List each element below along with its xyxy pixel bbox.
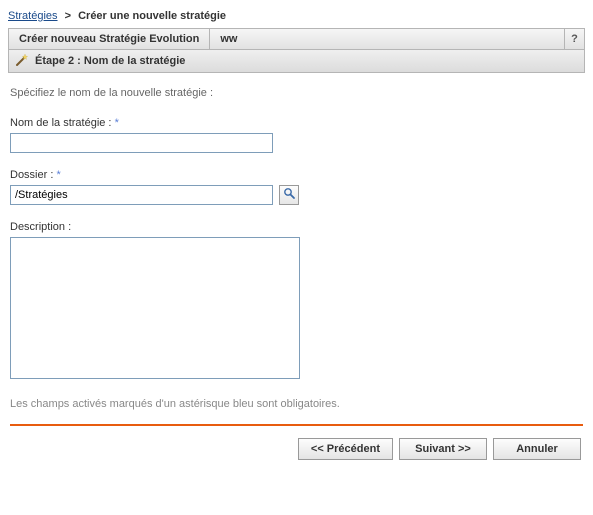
folder-group: Dossier : * [10,169,583,205]
description-textarea[interactable] [10,237,300,379]
required-mark: * [56,169,60,181]
form-intro: Spécifiez le nom de la nouvelle stratégi… [10,87,583,99]
search-icon [283,187,296,203]
step-label: Étape 2 : Nom de la stratégie [35,55,185,67]
panel-title-right: ww [210,29,564,49]
folder-input[interactable] [10,185,273,205]
strategy-name-input[interactable] [10,133,273,153]
breadcrumb-current: Créer une nouvelle stratégie [78,10,226,22]
divider [10,424,583,426]
previous-button[interactable]: << Précédent [298,438,393,460]
next-button[interactable]: Suivant >> [399,438,487,460]
form-content: Spécifiez le nom de la nouvelle stratégi… [8,73,585,470]
breadcrumb-separator: > [65,10,71,22]
breadcrumb: Stratégies > Créer une nouvelle stratégi… [8,8,585,28]
breadcrumb-root-link[interactable]: Stratégies [8,10,58,22]
strategy-name-label: Nom de la stratégie : * [10,117,583,129]
step-bar: Étape 2 : Nom de la stratégie [9,50,584,72]
cancel-button[interactable]: Annuler [493,438,581,460]
help-button[interactable]: ? [564,29,584,49]
wand-icon [15,53,29,70]
description-label: Description : [10,221,583,233]
wizard-panel: Créer nouveau Stratégie Evolution ww ? É… [8,28,585,73]
panel-header: Créer nouveau Stratégie Evolution ww ? [9,29,584,50]
folder-label: Dossier : * [10,169,583,181]
panel-title-left: Créer nouveau Stratégie Evolution [9,29,210,49]
strategy-name-group: Nom de la stratégie : * [10,117,583,153]
required-mark: * [115,117,119,129]
wizard-button-row: << Précédent Suivant >> Annuler [10,438,583,460]
required-footnote: Les champs activés marqués d'un astérisq… [10,398,583,410]
browse-folder-button[interactable] [279,185,299,205]
description-group: Description : [10,221,583,382]
